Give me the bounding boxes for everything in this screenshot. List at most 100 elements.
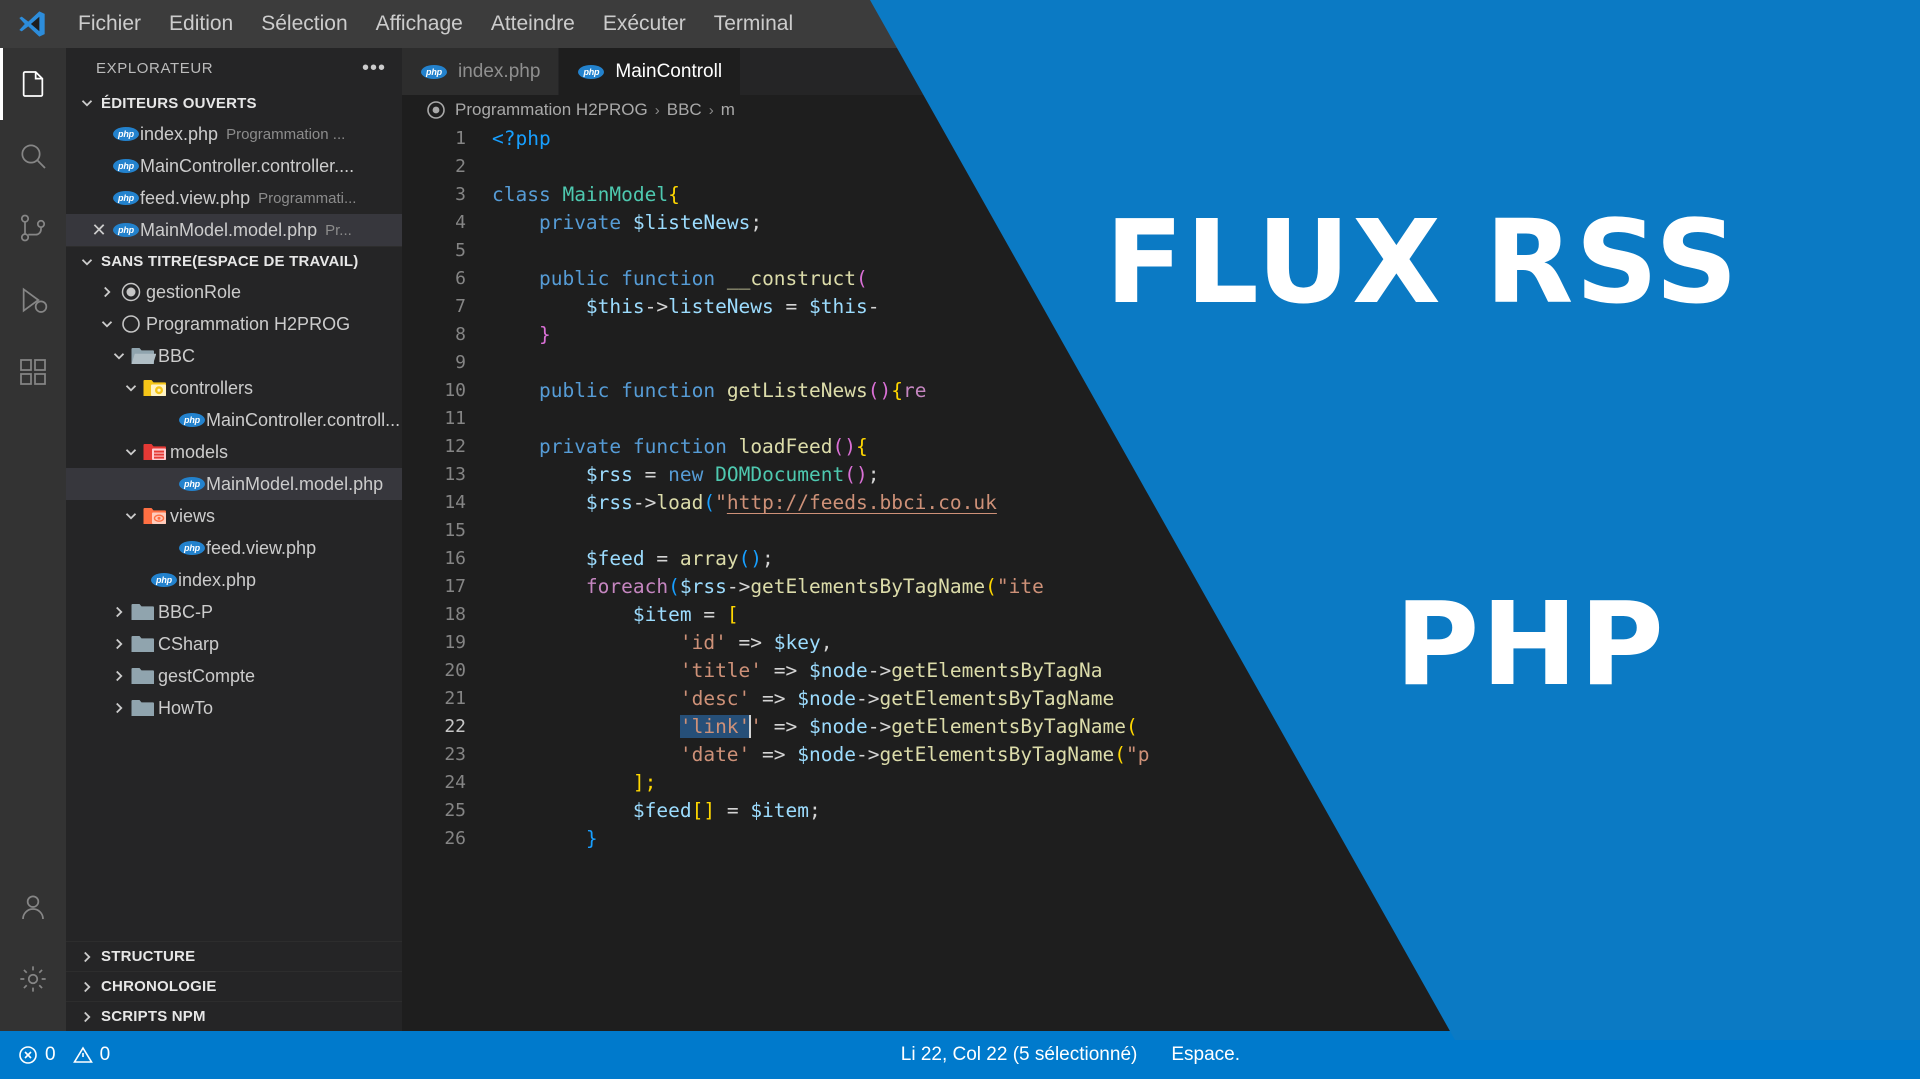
chevron-right-icon [110, 635, 128, 653]
editor-area: php index.php php MainControll Programma… [402, 48, 1920, 1031]
tree-item-indexphp[interactable]: php index.php [66, 564, 402, 596]
tree-item-controllers[interactable]: controllers [66, 372, 402, 404]
activitybar-accounts[interactable] [0, 871, 66, 943]
tree-item-models[interactable]: models [66, 436, 402, 468]
section-scripts-npm-label: SCRIPTS NPM [101, 1008, 206, 1025]
section-scripts-npm[interactable]: SCRIPTS NPM [66, 1001, 402, 1031]
open-editor-item-active[interactable]: ✕ php MainModel.model.php Pr... [66, 214, 402, 246]
php-icon: php [178, 406, 206, 434]
activitybar-settings[interactable] [0, 943, 66, 1015]
section-chronologie[interactable]: CHRONOLOGIE [66, 971, 402, 1001]
code-text: } [585, 827, 598, 850]
chevron-down-icon [78, 253, 96, 271]
folder-red-database-icon [140, 439, 170, 465]
tab-maincontroller[interactable]: php MainControll [559, 48, 742, 95]
code-text: public function getListeNews(){re [538, 379, 927, 402]
folder-grey-icon [128, 631, 158, 657]
tree-item-bbc-p[interactable]: BBC-P [66, 596, 402, 628]
circle-outline-icon [116, 313, 146, 335]
sidebar-more-actions-icon[interactable]: ••• [362, 58, 386, 78]
activitybar-explorer[interactable] [0, 48, 66, 120]
line-number: 24 [444, 772, 466, 793]
tree-item-howto[interactable]: HowTo [66, 692, 402, 724]
code-line: 17 foreach($rss->getElementsByTagName("i… [402, 573, 1920, 601]
tree-item-gestionrole[interactable]: gestionRole [66, 276, 402, 308]
code-text: $item = [ [632, 603, 739, 626]
status-problems[interactable]: 0 0 [18, 1044, 110, 1066]
circle-outline-icon [424, 99, 448, 121]
code-text: class MainModel{ [492, 183, 680, 206]
code-text: 'title' => $node->getElementsByTagNa [679, 659, 1103, 682]
tree-item-mainmodel-selected[interactable]: php MainModel.model.php [66, 468, 402, 500]
code-line: 21 'desc' => $node->getElementsByTagName [402, 685, 1920, 713]
open-editor-item[interactable]: php index.php Programmation ... [66, 118, 402, 150]
section-structure[interactable]: STRUCTURE [66, 941, 402, 971]
menu-edition[interactable]: Edition [155, 0, 247, 48]
activitybar-extensions[interactable] [0, 336, 66, 408]
menu-fichier[interactable]: Fichier [64, 0, 155, 48]
code-line: 9 [402, 349, 1920, 377]
code-line: 6 public function __construct( [402, 265, 1920, 293]
status-warnings-count: 0 [99, 1044, 111, 1065]
activitybar-run-debug[interactable] [0, 264, 66, 336]
code-editor[interactable]: 1 <?php 2 3 class MainModel{ 4 private $li… [402, 125, 1920, 1031]
chevron-right-icon [98, 283, 116, 301]
tree-item-csharp[interactable]: CSharp [66, 628, 402, 660]
chevron-right-icon [110, 699, 128, 717]
line-number: 21 [444, 688, 466, 709]
tree-item-label: index.php [178, 569, 257, 590]
breadcrumb-part[interactable]: m [721, 100, 735, 120]
code-line: 20 'title' => $node->getElementsByTagNa [402, 657, 1920, 685]
status-cursor-position[interactable]: Li 22, Col 22 (5 sélectionné) [901, 1044, 1138, 1066]
status-indentation[interactable]: Espace. [1171, 1044, 1240, 1066]
tree-item-label: CSharp [158, 633, 220, 654]
menu-terminal[interactable]: Terminal [700, 0, 807, 48]
line-number: 6 [455, 268, 466, 289]
breadcrumb-part[interactable]: BBC [667, 100, 702, 120]
menu-selection[interactable]: Sélection [247, 0, 361, 48]
activitybar-source-control[interactable] [0, 192, 66, 264]
line-number: 5 [455, 240, 466, 261]
php-icon: php [150, 566, 178, 594]
php-icon: php [112, 120, 140, 148]
tree-item-views[interactable]: views [66, 500, 402, 532]
open-editor-item[interactable]: php MainController.controller.... [66, 150, 402, 182]
tree-item-feedview[interactable]: php feed.view.php [66, 532, 402, 564]
tree-item-maincontroller[interactable]: php MainController.controll... [66, 404, 402, 436]
tree-item-label: controllers [170, 377, 254, 398]
chevron-down-icon [78, 94, 96, 112]
folder-grey-icon [128, 663, 158, 689]
line-number: 8 [455, 324, 466, 345]
menu-affichage[interactable]: Affichage [362, 0, 477, 48]
code-line: 1 <?php [402, 125, 1920, 153]
breadcrumb-part[interactable]: Programmation H2PROG [455, 100, 648, 120]
sidebar-title: EXPLORATEUR [96, 59, 214, 77]
tree-item-programmation-h2prog[interactable]: Programmation H2PROG [66, 308, 402, 340]
line-number: 12 [444, 436, 466, 457]
open-editor-item[interactable]: php feed.view.php Programmati... [66, 182, 402, 214]
section-open-editors[interactable]: ÉDITEURS OUVERTS [66, 88, 402, 118]
activitybar-search[interactable] [0, 120, 66, 192]
status-bar: 0 0 Li 22, Col 22 (5 sélectionné) Espace… [0, 1031, 1920, 1079]
folder-orange-eye-icon [140, 503, 170, 529]
tree-item-gestcompte[interactable]: gestCompte [66, 660, 402, 692]
line-number: 10 [444, 380, 466, 401]
vscode-logo-icon [0, 0, 64, 48]
chevron-right-icon [110, 603, 128, 621]
line-number: 4 [455, 212, 466, 233]
line-number: 23 [444, 744, 466, 765]
code-line: 3 class MainModel{ [402, 181, 1920, 209]
menu-atteindre[interactable]: Atteindre [477, 0, 589, 48]
section-workspace[interactable]: SANS TITRE(ESPACE DE TRAVAIL) [66, 246, 402, 276]
tree-item-label: gestCompte [158, 665, 256, 686]
sidebar-explorer: EXPLORATEUR ••• ÉDITEURS OUVERTS php ind… [66, 48, 402, 1031]
tab-index-php[interactable]: php index.php [402, 48, 560, 95]
php-icon: php [112, 184, 140, 212]
chevron-down-icon [122, 507, 140, 525]
chevron-down-icon [98, 315, 116, 333]
code-line: 14 $rss->load("http://feeds.bbci.co.uk [402, 489, 1920, 517]
tree-item-bbc[interactable]: BBC [66, 340, 402, 372]
close-icon[interactable]: ✕ [86, 220, 112, 241]
selected-text: 'link' [679, 715, 751, 738]
menu-executer[interactable]: Exécuter [589, 0, 700, 48]
